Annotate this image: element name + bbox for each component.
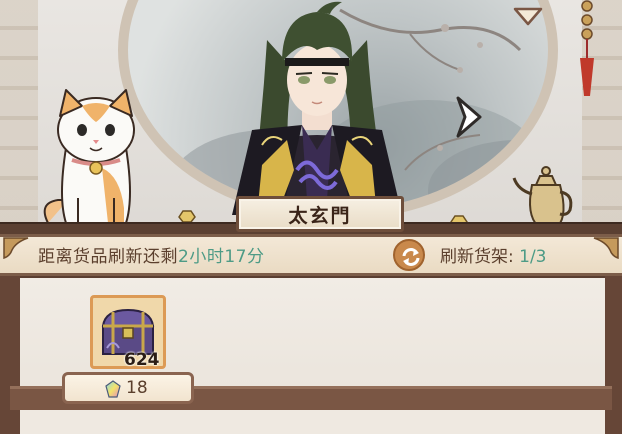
refresh-shelf-button[interactable] bbox=[393, 239, 425, 271]
cabinet-post-right bbox=[605, 276, 622, 434]
corner-ornament-right bbox=[593, 237, 619, 260]
shelf-refresh-count: 刷新货架: 1/3 bbox=[440, 242, 547, 267]
refresh-countdown-prefix: 距离货品刷新还剩 bbox=[38, 247, 178, 267]
next-merchant-arrow-icon[interactable] bbox=[452, 92, 486, 142]
merchant-name-plaque: 太玄門 bbox=[236, 196, 404, 232]
refresh-countdown-text: 距离货品刷新还剩2小时17分 bbox=[38, 242, 264, 267]
gold-ingot bbox=[178, 210, 196, 223]
teapot bbox=[512, 166, 573, 227]
item-quantity: 624 bbox=[124, 350, 160, 370]
collapse-arrow-icon[interactable] bbox=[512, 5, 544, 27]
merchant-character bbox=[232, 1, 402, 215]
refresh-icon bbox=[402, 248, 420, 266]
item-price: 18 bbox=[126, 378, 148, 398]
hanging-charm-icon bbox=[580, 0, 594, 96]
refresh-time-left: 2小时17分 bbox=[178, 247, 265, 267]
shelf-refresh-count-value: 1/3 bbox=[519, 247, 547, 267]
merchant-name: 太玄門 bbox=[288, 204, 352, 227]
shelf-refresh-label: 刷新货架: bbox=[440, 247, 520, 267]
corner-ornament-left bbox=[3, 237, 29, 260]
background-bookshelf-left bbox=[0, 0, 38, 240]
lucky-cat bbox=[43, 89, 135, 224]
shop-scene: 距离货品刷新还剩2小时17分 刷新货架: 1/3 太玄門 624 18 bbox=[0, 0, 622, 434]
lower-compartment bbox=[20, 410, 605, 434]
cabinet-post-left bbox=[0, 276, 20, 434]
rainbow-gem-icon bbox=[105, 380, 121, 398]
